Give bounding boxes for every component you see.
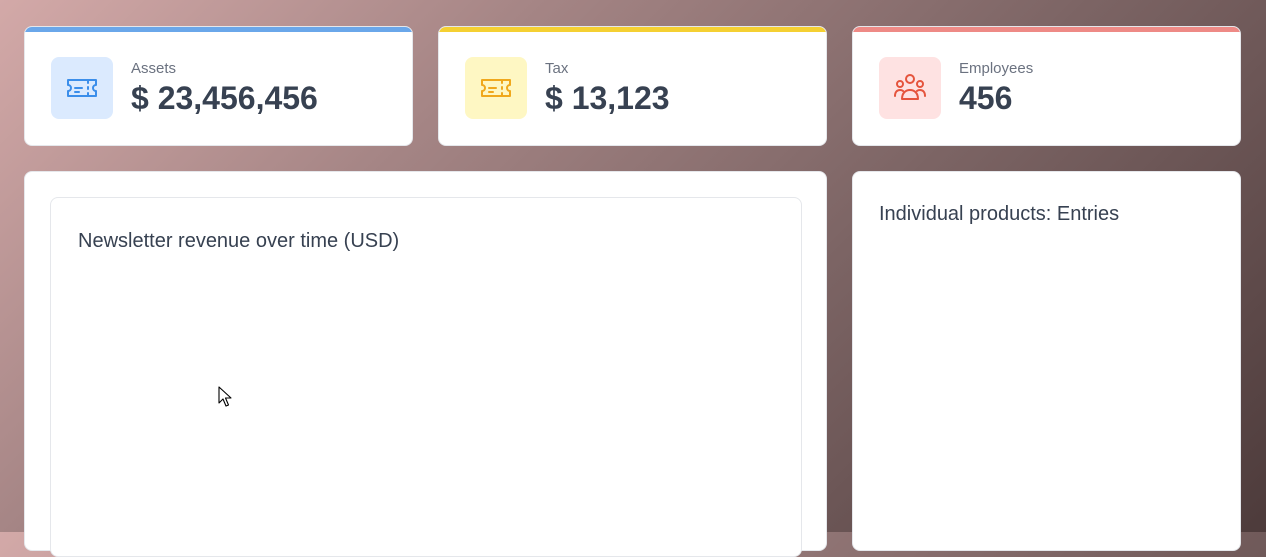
- users-group-icon: [879, 57, 941, 119]
- card-accent-bar: [439, 27, 826, 32]
- revenue-chart-card: Newsletter revenue over time (USD): [50, 197, 802, 557]
- products-panel: Individual products: Entries: [852, 171, 1241, 551]
- stat-label: Assets: [131, 60, 177, 77]
- stat-value: $ 13,123: [545, 80, 670, 116]
- revenue-chart-title: Newsletter revenue over time (USD): [78, 230, 400, 252]
- stat-card-assets: Assets $ 23,456,456: [24, 26, 413, 146]
- ticket-icon: [465, 57, 527, 119]
- products-chart-title: Individual products: Entries: [879, 203, 1120, 225]
- card-accent-bar: [853, 27, 1240, 32]
- ticket-icon: [51, 57, 113, 119]
- stat-value: $ 23,456,456: [131, 80, 318, 116]
- mouse-cursor-icon: [218, 386, 232, 407]
- stat-card-tax: Tax $ 13,123: [438, 26, 827, 146]
- stat-label: Employees: [959, 60, 1034, 77]
- stat-card-employees: Employees 456: [852, 26, 1241, 146]
- stat-label: Tax: [545, 60, 569, 77]
- revenue-panel: Newsletter revenue over time (USD): [24, 171, 827, 557]
- card-accent-bar: [25, 27, 412, 32]
- stat-value: 456: [959, 80, 1013, 116]
